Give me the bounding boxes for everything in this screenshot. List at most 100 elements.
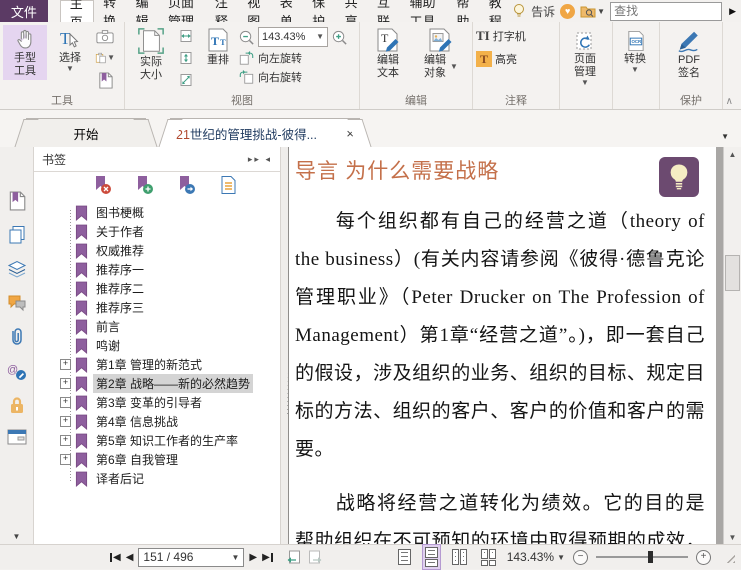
close-tab-icon[interactable]: × [346, 127, 354, 140]
more-panels-icon[interactable]: ▼ [13, 532, 21, 541]
statusbar-zoom[interactable]: 143.43% ▼ [507, 550, 565, 564]
ribbon-tab[interactable]: 页面管理 [159, 0, 206, 29]
collapse-ribbon-button[interactable]: ∧ [726, 96, 733, 107]
ribbon-tab[interactable]: 保护 [303, 0, 335, 29]
expand-toggle-icon[interactable]: + [60, 435, 71, 446]
pdf-page[interactable]: 导言 为什么需要战略 每个组织都有自己的经营之道（theory of the b… [288, 147, 716, 545]
find-input[interactable] [610, 1, 723, 21]
reflow-button[interactable]: T T 重排 [198, 25, 238, 69]
expand-toggle-icon[interactable]: + [60, 359, 71, 370]
expand-toggle-icon[interactable]: + [60, 416, 71, 427]
page-manage-button[interactable]: 页面管理 ▼ [563, 25, 607, 88]
zoom-level-combo[interactable]: 143.43% ▼ [258, 27, 328, 47]
ribbon-tab[interactable]: 表单 [271, 0, 303, 29]
fit-width-button[interactable] [176, 27, 196, 45]
panel-collapse-icon[interactable]: ▸▸ [248, 154, 261, 164]
scroll-down-icon[interactable]: ▼ [724, 530, 741, 545]
lightbulb-hint-icon[interactable] [512, 3, 526, 19]
page-indicator[interactable]: 151 / 496 [143, 550, 228, 564]
tab-overflow-icon[interactable]: ▼ [721, 132, 729, 141]
zoom-in-icon[interactable] [331, 29, 348, 46]
ribbon-tab[interactable]: 教程 [480, 0, 512, 29]
edit-text-button[interactable]: T 编辑文本 [363, 25, 413, 82]
bookmark-item[interactable]: + 权威推荐 [34, 241, 280, 260]
ribbon-tab[interactable]: 互联 [368, 0, 400, 29]
destinations-panel-icon[interactable] [7, 429, 27, 445]
next-page-button[interactable]: ▶ [249, 552, 257, 563]
bookmark-item[interactable]: + 第5章 知识工作者的生产率 [34, 431, 280, 450]
bookmark-item[interactable]: + 第2章 战略——新的必然趋势 [34, 374, 280, 393]
bookmark-item[interactable]: + 第3章 变革的引导者 [34, 393, 280, 412]
expand-toggle-icon[interactable]: + [60, 454, 71, 465]
tab-document[interactable]: 21世纪的管理挑战-彼得... × [170, 118, 360, 147]
search-folder-button[interactable]: ▼ [580, 5, 605, 18]
comments-panel-icon[interactable] [7, 293, 27, 313]
fit-visible-button[interactable] [176, 71, 196, 89]
bookmark-item[interactable]: + 推荐序三 [34, 298, 280, 317]
typewriter-button[interactable]: TI 打字机 [476, 28, 526, 44]
rotate-left-button[interactable]: 向左旋转 [238, 50, 348, 66]
resize-grip[interactable] [723, 551, 735, 563]
ribbon-tab[interactable]: 共享 [336, 0, 368, 29]
clipboard-button[interactable]: ▼ [95, 49, 115, 67]
bookmark-item[interactable]: + 推荐序二 [34, 279, 280, 298]
bookmark-page-button[interactable] [95, 71, 115, 89]
facing-continuous-layout-button[interactable] [478, 546, 499, 569]
security-lock-icon[interactable] [7, 395, 27, 415]
bookmark-item[interactable]: + 鸣谢 [34, 336, 280, 355]
highlight-button[interactable]: T 高亮 [476, 51, 517, 67]
toolbar-overflow-icon[interactable]: ▶ [727, 6, 738, 17]
ribbon-tab[interactable]: 注释 [206, 0, 238, 29]
zoom-out-icon[interactable] [238, 29, 255, 46]
continuous-layout-button[interactable] [421, 544, 441, 570]
bookmark-item[interactable]: + 译者后记 [34, 469, 280, 488]
bookmarks-panel-icon[interactable] [7, 191, 27, 211]
single-page-layout-button[interactable] [395, 546, 414, 568]
previous-page-button[interactable]: ◀ [126, 552, 134, 563]
expand-toggle-icon[interactable]: + [60, 378, 71, 389]
rotate-right-button[interactable]: 向右旋转 [238, 69, 348, 85]
ribbon-tab[interactable]: 转换 [94, 0, 126, 29]
signature-panel-icon[interactable]: @ [7, 361, 27, 381]
bookmark-item[interactable]: + 前言 [34, 317, 280, 336]
file-menu-button[interactable]: 文件 [0, 0, 48, 22]
last-page-button[interactable]: ▶ [262, 552, 273, 563]
ribbon-tab[interactable]: 帮助 [447, 0, 479, 29]
first-page-button[interactable]: ◀ [110, 552, 121, 563]
scroll-up-icon[interactable]: ▲ [724, 147, 741, 162]
fit-page-button[interactable] [176, 49, 196, 67]
page-number-box[interactable]: 151 / 496 ▼ [138, 547, 245, 567]
pdf-sign-button[interactable]: PDF签名 [663, 25, 715, 82]
select-tool-button[interactable]: T 选择 ▼ [47, 25, 93, 74]
previous-view-button[interactable] [286, 549, 302, 565]
convert-button[interactable]: OCR 转换 ▼ [616, 25, 654, 75]
snapshot-camera-button[interactable] [95, 27, 115, 45]
delete-bookmark-button[interactable] [92, 175, 112, 195]
expand-bookmarks-button[interactable] [218, 175, 238, 195]
heart-icon[interactable]: ♥ [560, 3, 576, 19]
ribbon-tab[interactable]: 视图 [238, 0, 270, 29]
panel-controls[interactable]: ▸▸ ◂ [248, 154, 272, 165]
ribbon-tab[interactable]: 主页 [59, 0, 95, 30]
layers-icon[interactable] [7, 259, 27, 279]
edit-object-button[interactable]: 编辑对象 ▼ [413, 25, 467, 82]
bookmark-item[interactable]: + 第4章 信息挑战 [34, 412, 280, 431]
facing-layout-button[interactable] [449, 546, 470, 568]
bookmark-item[interactable]: + 关于作者 [34, 222, 280, 241]
vertical-scrollbar[interactable]: ▲ ▼ [723, 147, 741, 545]
ribbon-tab[interactable]: 辅助工具 [400, 0, 447, 29]
bookmark-item[interactable]: + 第1章 管理的新范式 [34, 355, 280, 374]
page-thumbnails-icon[interactable] [7, 225, 27, 245]
zoom-in-button[interactable]: + [696, 549, 711, 565]
tab-start[interactable]: 开始 [26, 118, 146, 147]
bookmark-item[interactable]: + 推荐序一 [34, 260, 280, 279]
zoom-slider-thumb[interactable] [648, 551, 654, 563]
ribbon-tab[interactable]: 编辑 [127, 0, 159, 29]
goto-bookmark-button[interactable] [176, 175, 196, 195]
next-view-button[interactable] [307, 549, 323, 565]
scrollbar-thumb[interactable] [725, 255, 740, 291]
bookmark-item[interactable]: + 第6章 自我管理 [34, 450, 280, 469]
tell-me-label[interactable]: 告诉 [531, 3, 555, 20]
bookmark-item[interactable]: + 图书梗概 [34, 203, 280, 222]
zoom-slider[interactable] [596, 551, 688, 563]
